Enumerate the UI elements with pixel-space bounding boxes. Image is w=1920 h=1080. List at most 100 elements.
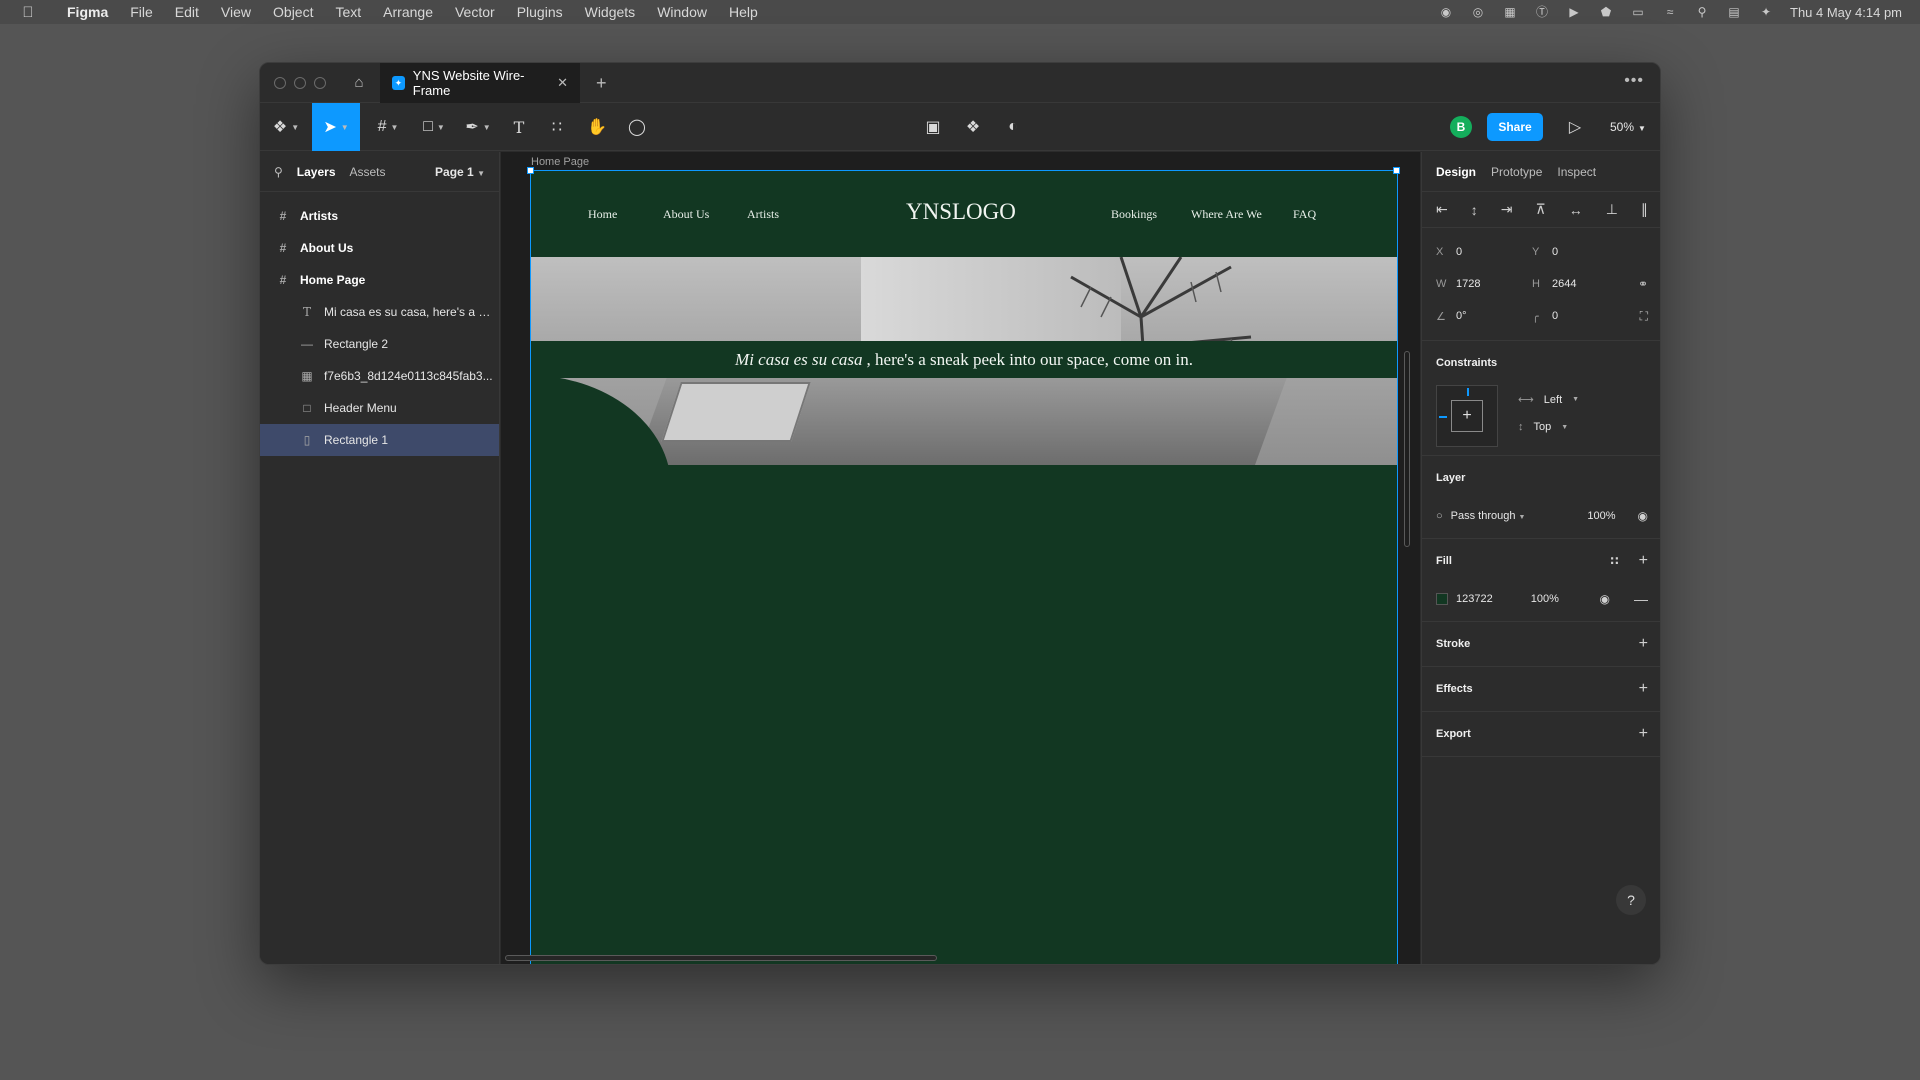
- layer-opacity-field[interactable]: 100%: [1587, 510, 1615, 522]
- main-menu-button[interactable]: ❖ ▼: [268, 103, 304, 151]
- siri-icon[interactable]: ✦: [1758, 5, 1774, 19]
- horizontal-constraint-select[interactable]: ⟷ Left ▼: [1518, 393, 1579, 407]
- x-field[interactable]: X0: [1436, 246, 1532, 258]
- fill-color-swatch[interactable]: [1436, 593, 1448, 605]
- fill-opacity-field[interactable]: 100%: [1531, 593, 1559, 605]
- menu-window[interactable]: Window: [646, 4, 718, 20]
- frame-label[interactable]: Home Page: [531, 156, 589, 168]
- resources-tool-button[interactable]: ∷: [542, 103, 572, 151]
- file-tab[interactable]: ✦ YNS Website Wire-Frame ✕: [380, 63, 580, 103]
- distribute-icon[interactable]: ∥: [1641, 201, 1648, 218]
- present-button[interactable]: ▷: [1560, 103, 1590, 151]
- text-tool-button[interactable]: T: [504, 103, 534, 151]
- creative-cloud-icon[interactable]: ◎: [1470, 5, 1486, 19]
- blend-mode-select[interactable]: Pass through ▼: [1451, 510, 1526, 522]
- fill-hex-field[interactable]: 123722: [1456, 593, 1493, 605]
- layer-artists[interactable]: # Artists: [260, 200, 499, 232]
- menu-view[interactable]: View: [210, 4, 262, 20]
- avatar[interactable]: B: [1450, 116, 1472, 138]
- add-export-icon[interactable]: +: [1639, 725, 1648, 743]
- wifi-icon[interactable]: ≈: [1662, 5, 1678, 19]
- style-grid-icon[interactable]: ∷: [1610, 554, 1618, 568]
- spotlight-search-icon[interactable]: ⚲: [1694, 5, 1710, 19]
- menu-help[interactable]: Help: [718, 4, 769, 20]
- help-button[interactable]: ?: [1616, 885, 1646, 915]
- zoom-dropdown[interactable]: 50% ▼: [1610, 103, 1646, 151]
- grid-app-icon[interactable]: ▦: [1502, 5, 1518, 19]
- constraints-widget[interactable]: +: [1436, 385, 1498, 447]
- layer-header-menu[interactable]: □ Header Menu: [260, 392, 499, 424]
- layer-home-page[interactable]: # Home Page: [260, 264, 499, 296]
- h-field[interactable]: H 2644: [1532, 278, 1628, 290]
- home-icon[interactable]: ⌂: [350, 74, 368, 92]
- corner-radius-field[interactable]: ╭ 0: [1532, 310, 1628, 323]
- home-page-frame[interactable]: Home About Us Artists YNSLOGO Bookings W…: [527, 167, 1400, 964]
- hand-tool-button[interactable]: ✋: [582, 103, 612, 151]
- frame-tool-button[interactable]: # ▼: [368, 103, 408, 151]
- canvas-vertical-scrollbar[interactable]: [1404, 351, 1410, 547]
- mask-button[interactable]: ◐: [998, 103, 1028, 151]
- layer-rectangle-1[interactable]: ▯ Rectangle 1: [260, 424, 499, 456]
- new-tab-icon[interactable]: +: [596, 73, 607, 93]
- constraint-left-tick[interactable]: [1439, 416, 1447, 418]
- menu-app-figma[interactable]: Figma: [56, 4, 119, 20]
- comment-tool-button[interactable]: ◯: [622, 103, 652, 151]
- tab-assets[interactable]: Assets: [350, 165, 386, 179]
- y-field[interactable]: Y0: [1532, 246, 1628, 258]
- pen-tool-button[interactable]: ✒ ▼: [458, 103, 498, 151]
- tab-design[interactable]: Design: [1436, 165, 1476, 179]
- bluetooth-icon[interactable]: ⬟: [1598, 5, 1614, 19]
- tab-inspect[interactable]: Inspect: [1557, 165, 1596, 179]
- menu-widgets[interactable]: Widgets: [574, 4, 647, 20]
- move-tool-button[interactable]: ➤ ▼: [312, 103, 360, 151]
- menu-edit[interactable]: Edit: [164, 4, 210, 20]
- layer-image[interactable]: ▦ f7e6b3_8d124e0113c845fab3...: [260, 360, 499, 392]
- wordpress-icon[interactable]: Ⓣ: [1534, 5, 1550, 19]
- menu-text[interactable]: Text: [324, 4, 372, 20]
- search-icon[interactable]: ⚲: [274, 165, 283, 179]
- crop-frame-button[interactable]: ▣: [918, 103, 948, 151]
- menu-vector[interactable]: Vector: [444, 4, 506, 20]
- apple-menu-icon[interactable]: : [0, 4, 56, 21]
- page-selector[interactable]: Page 1 ▼: [435, 165, 485, 179]
- add-stroke-icon[interactable]: +: [1639, 635, 1648, 653]
- layer-hero-text[interactable]: T Mi casa es su casa, here's a s...: [260, 296, 499, 328]
- menu-file[interactable]: File: [119, 4, 164, 20]
- share-button[interactable]: Share: [1487, 113, 1543, 141]
- eye-icon[interactable]: ◉: [1638, 509, 1648, 523]
- independent-corners-icon[interactable]: ⛶: [1640, 309, 1648, 324]
- w-field[interactable]: W 1728: [1436, 278, 1532, 290]
- minimize-window-button[interactable]: [294, 77, 306, 89]
- design-canvas[interactable]: Home Page Home About Us Artists YNSLOGO …: [501, 152, 1420, 964]
- layer-about-us[interactable]: # About Us: [260, 232, 499, 264]
- remove-fill-icon[interactable]: —: [1634, 591, 1648, 607]
- tab-prototype[interactable]: Prototype: [1491, 165, 1542, 179]
- menu-plugins[interactable]: Plugins: [506, 4, 574, 20]
- shape-tool-button[interactable]: □ ▼: [414, 103, 454, 151]
- play-circle-icon[interactable]: ▶: [1566, 5, 1582, 19]
- layer-rectangle-2[interactable]: — Rectangle 2: [260, 328, 499, 360]
- add-effect-icon[interactable]: +: [1639, 680, 1648, 698]
- align-left-icon[interactable]: ⇤: [1436, 201, 1448, 218]
- battery-icon[interactable]: ▭: [1630, 5, 1646, 19]
- close-window-button[interactable]: [274, 77, 286, 89]
- tab-layers[interactable]: Layers: [297, 165, 336, 179]
- menu-object[interactable]: Object: [262, 4, 324, 20]
- figma-status-icon[interactable]: ◉: [1438, 5, 1454, 19]
- close-tab-icon[interactable]: ✕: [557, 75, 568, 91]
- align-center-vertical-icon[interactable]: ↔: [1569, 202, 1583, 218]
- control-center-icon[interactable]: ▤: [1726, 5, 1742, 19]
- rotation-field[interactable]: ∠ 0°: [1436, 310, 1532, 323]
- constrain-proportions-icon[interactable]: ⚭: [1638, 277, 1648, 291]
- align-right-icon[interactable]: ⇥: [1501, 201, 1513, 218]
- create-component-button[interactable]: ❖: [958, 103, 988, 151]
- zoom-window-button[interactable]: [314, 77, 326, 89]
- menu-arrange[interactable]: Arrange: [372, 4, 444, 20]
- canvas-horizontal-scrollbar[interactable]: [505, 955, 937, 961]
- add-fill-icon[interactable]: +: [1639, 552, 1648, 570]
- menubar-clock[interactable]: Thu 4 May 4:14 pm: [1790, 5, 1902, 20]
- align-top-icon[interactable]: ⊼: [1535, 201, 1545, 218]
- align-center-horizontal-icon[interactable]: ↕: [1471, 202, 1478, 218]
- constraint-top-tick[interactable]: [1467, 388, 1469, 396]
- eye-icon[interactable]: ◉: [1600, 592, 1610, 606]
